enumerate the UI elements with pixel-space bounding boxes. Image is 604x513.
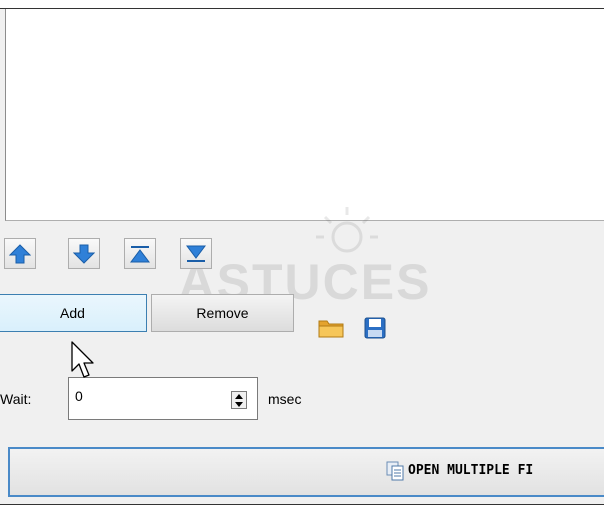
save-button[interactable] bbox=[362, 315, 388, 341]
msec-label: msec bbox=[268, 391, 302, 407]
wait-input[interactable] bbox=[75, 385, 215, 407]
app-panel: ASTUCES Add Remove Wait: 0 msec OPEN MUL… bbox=[0, 8, 604, 505]
caret-up-icon bbox=[235, 393, 243, 399]
remove-button[interactable]: Remove bbox=[151, 294, 294, 332]
pages-icon bbox=[386, 461, 404, 481]
add-button[interactable]: Add bbox=[0, 294, 147, 332]
open-folder-button[interactable] bbox=[318, 315, 344, 341]
folder-icon bbox=[318, 320, 344, 338]
move-top-button[interactable] bbox=[124, 238, 156, 269]
remove-button-label: Remove bbox=[196, 305, 249, 321]
open-multiple-button[interactable]: OPEN MULTIPLE FI bbox=[8, 447, 604, 497]
move-up-button[interactable] bbox=[4, 238, 36, 269]
spin-arrows[interactable] bbox=[231, 391, 247, 409]
wait-label: Wait: bbox=[0, 391, 32, 407]
arrow-up-icon bbox=[9, 243, 31, 263]
spin-up-button[interactable] bbox=[232, 392, 246, 400]
save-icon bbox=[364, 317, 386, 339]
file-list[interactable] bbox=[5, 9, 604, 221]
move-to-bottom-icon bbox=[186, 245, 206, 262]
open-multiple-label: OPEN MULTIPLE FI bbox=[408, 463, 534, 478]
arrow-down-icon bbox=[73, 244, 95, 264]
add-button-label: Add bbox=[60, 305, 85, 321]
move-bottom-button[interactable] bbox=[180, 238, 212, 269]
move-to-top-icon bbox=[130, 245, 150, 262]
spin-down-button[interactable] bbox=[232, 400, 246, 408]
move-down-button[interactable] bbox=[68, 238, 100, 269]
caret-down-icon bbox=[235, 401, 243, 407]
mouse-cursor-icon bbox=[71, 341, 94, 378]
